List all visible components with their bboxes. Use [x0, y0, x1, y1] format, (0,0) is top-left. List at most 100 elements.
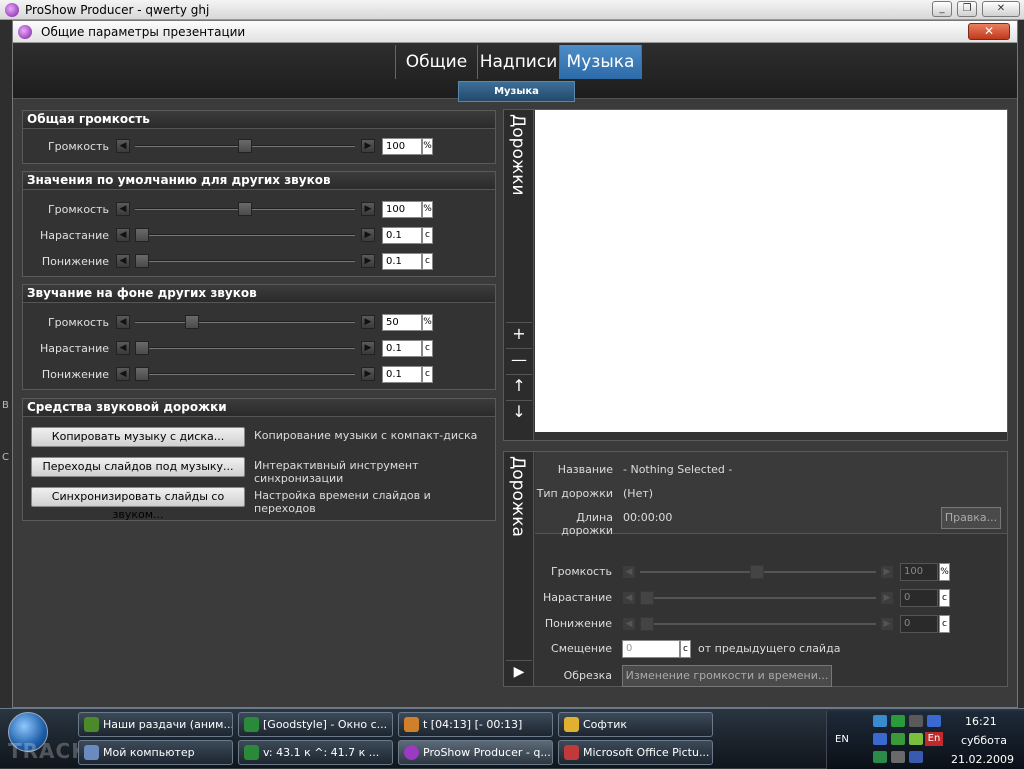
clock-time[interactable]: 16:21: [965, 715, 997, 728]
default-volume-decrease-button[interactable]: ◀: [116, 202, 130, 216]
taskbar-item-proshow[interactable]: ProShow Producer - q...: [398, 740, 553, 765]
close-icon[interactable]: ✕: [982, 1, 1020, 17]
sync-transitions-description: Интерактивный инструмент синхронизации: [254, 459, 419, 485]
track-volume-slider-thumb[interactable]: [750, 565, 764, 579]
copy-music-from-cd-button[interactable]: Копировать музыку с диска...: [31, 427, 245, 447]
sync-transitions-to-music-button[interactable]: Переходы слайдов под музыку...: [31, 457, 245, 477]
track-volume-decrease-button[interactable]: ◀: [622, 565, 636, 579]
tab-general[interactable]: Общие: [395, 45, 477, 79]
bg-volume-decrease-button[interactable]: ◀: [116, 315, 130, 329]
bg-volume-slider-track[interactable]: [135, 321, 355, 323]
play-icon[interactable]: ▶: [506, 660, 532, 682]
overall-volume-increase-button[interactable]: ▶: [361, 139, 375, 153]
overall-volume-input[interactable]: 100: [382, 138, 422, 155]
move-track-down-icon[interactable]: ↓: [506, 400, 532, 422]
bg-fadein-slider-thumb[interactable]: [135, 341, 149, 355]
track-fadeout-increase-button[interactable]: ▶: [880, 617, 894, 631]
default-fadein-input[interactable]: 0.1: [382, 227, 422, 244]
tab-music[interactable]: Музыка: [559, 45, 641, 79]
default-volume-increase-button[interactable]: ▶: [361, 202, 375, 216]
overall-volume-panel: Общая громкость Громкость ◀ ▶ 100 %: [22, 110, 496, 164]
background-app-strip: B C: [0, 20, 12, 710]
bg-fadeout-input[interactable]: 0.1: [382, 366, 422, 383]
track-fadein-unit: c: [939, 589, 950, 607]
bg-volume-increase-button[interactable]: ▶: [361, 315, 375, 329]
taskbar-item-office-picture[interactable]: Microsoft Office Pictu...: [558, 740, 713, 765]
bg-volume-input[interactable]: 50: [382, 314, 422, 331]
network-status-icon[interactable]: [873, 733, 887, 745]
default-fadein-decrease-button[interactable]: ◀: [116, 228, 130, 242]
taskbar-item-my-computer[interactable]: Мой компьютер: [78, 740, 233, 765]
track-volume-input[interactable]: 100: [900, 563, 938, 581]
network-icon[interactable]: [873, 715, 887, 727]
bg-fadeout-slider-thumb[interactable]: [135, 367, 149, 381]
maximize-icon[interactable]: ❐: [957, 1, 977, 17]
overall-volume-slider-thumb[interactable]: [238, 139, 252, 153]
bg-fadein-slider-track[interactable]: [135, 347, 355, 349]
track-volume-increase-button[interactable]: ▶: [880, 565, 894, 579]
update-icon[interactable]: [909, 733, 923, 745]
track-fadeout-input[interactable]: 0: [900, 615, 938, 633]
taskbar-item-goodstyle[interactable]: [Goodstyle] - Окно с...: [238, 712, 393, 737]
dialog-close-button[interactable]: ✕: [968, 23, 1010, 40]
bg-fadeout-slider-track[interactable]: [135, 373, 355, 375]
default-fadein-slider-thumb[interactable]: [135, 228, 149, 242]
chat-tray-icon[interactable]: [891, 733, 905, 745]
bg-fadein-decrease-button[interactable]: ◀: [116, 341, 130, 355]
default-fadein-unit: c: [422, 227, 433, 244]
default-fadeout-slider-thumb[interactable]: [135, 254, 149, 268]
display-icon[interactable]: [927, 715, 941, 727]
track-fadein-increase-button[interactable]: ▶: [880, 591, 894, 605]
track-fadein-input[interactable]: 0: [900, 589, 938, 607]
track-fadein-slider-thumb[interactable]: [640, 591, 654, 605]
language-indicator[interactable]: EN: [835, 734, 849, 745]
sync-slides-to-audio-button[interactable]: Синхронизировать слайды со звуком...: [31, 487, 245, 521]
wireless-icon[interactable]: [909, 751, 923, 763]
track-volume-label: Громкость: [550, 565, 612, 578]
overall-volume-decrease-button[interactable]: ◀: [116, 139, 130, 153]
track-edit-button[interactable]: Правка...: [941, 507, 1001, 529]
taskbar-item-softik[interactable]: Софтик: [558, 712, 713, 737]
tracks-list[interactable]: [535, 110, 1007, 432]
volume-icon[interactable]: [891, 751, 905, 763]
taskbar-item-player[interactable]: t [04:13] [- 00:13]: [398, 712, 553, 737]
track-fadeout-decrease-button[interactable]: ◀: [622, 617, 636, 631]
track-fadein-slider-track[interactable]: [640, 597, 876, 599]
default-fadein-slider-track[interactable]: [135, 234, 355, 236]
taskbar-item-torrent[interactable]: v: 43.1 к ^: 41.7 к ...: [238, 740, 393, 765]
add-track-icon[interactable]: +: [506, 322, 532, 344]
clock-date: 21.02.2009: [951, 753, 1014, 766]
bg-volume-slider-thumb[interactable]: [185, 315, 199, 329]
background-sounds-panel: Звучание на фоне других звуков Громкость…: [22, 284, 496, 390]
default-fadeout-increase-button[interactable]: ▶: [361, 254, 375, 268]
subtab-music[interactable]: Музыка: [458, 81, 575, 102]
torrent-tray-icon[interactable]: [891, 715, 905, 727]
track-fadeout-label: Понижение: [544, 617, 612, 630]
bg-fadein-increase-button[interactable]: ▶: [361, 341, 375, 355]
default-fadeout-decrease-button[interactable]: ◀: [116, 254, 130, 268]
track-fadein-decrease-button[interactable]: ◀: [622, 591, 636, 605]
default-fadeout-input[interactable]: 0.1: [382, 253, 422, 270]
default-fadeout-slider-track[interactable]: [135, 260, 355, 262]
track-fadeout-slider-thumb[interactable]: [640, 617, 654, 631]
default-fadein-increase-button[interactable]: ▶: [361, 228, 375, 242]
taskbar-item-label: v: 43.1 к ^: 41.7 к ...: [263, 746, 380, 759]
remove-track-icon[interactable]: —: [506, 348, 532, 370]
bg-fadeout-increase-button[interactable]: ▶: [361, 367, 375, 381]
keyboard-language-indicator[interactable]: En: [925, 732, 943, 746]
trim-volume-timing-button[interactable]: Изменение громкости и времени...: [622, 665, 832, 687]
track-offset-input[interactable]: 0: [622, 640, 680, 658]
move-track-up-icon[interactable]: ↑: [506, 374, 532, 396]
minimize-icon[interactable]: _: [932, 1, 952, 17]
tray-app-icon-2[interactable]: [873, 751, 887, 763]
track-fadeout-slider-track[interactable]: [640, 623, 876, 625]
tray-app-icon[interactable]: [909, 715, 923, 727]
bg-fadeout-decrease-button[interactable]: ◀: [116, 367, 130, 381]
default-volume-slider-thumb[interactable]: [238, 202, 252, 216]
default-sounds-panel: Значения по умолчанию для других звуков …: [22, 171, 496, 277]
taskbar-item-browser[interactable]: Наши раздачи (аним...: [78, 712, 233, 737]
bg-fadein-input[interactable]: 0.1: [382, 340, 422, 357]
default-volume-input[interactable]: 100: [382, 201, 422, 218]
soundtrack-tools-header: Средства звуковой дорожки: [23, 399, 495, 417]
tab-captions[interactable]: Надписи: [477, 45, 559, 79]
